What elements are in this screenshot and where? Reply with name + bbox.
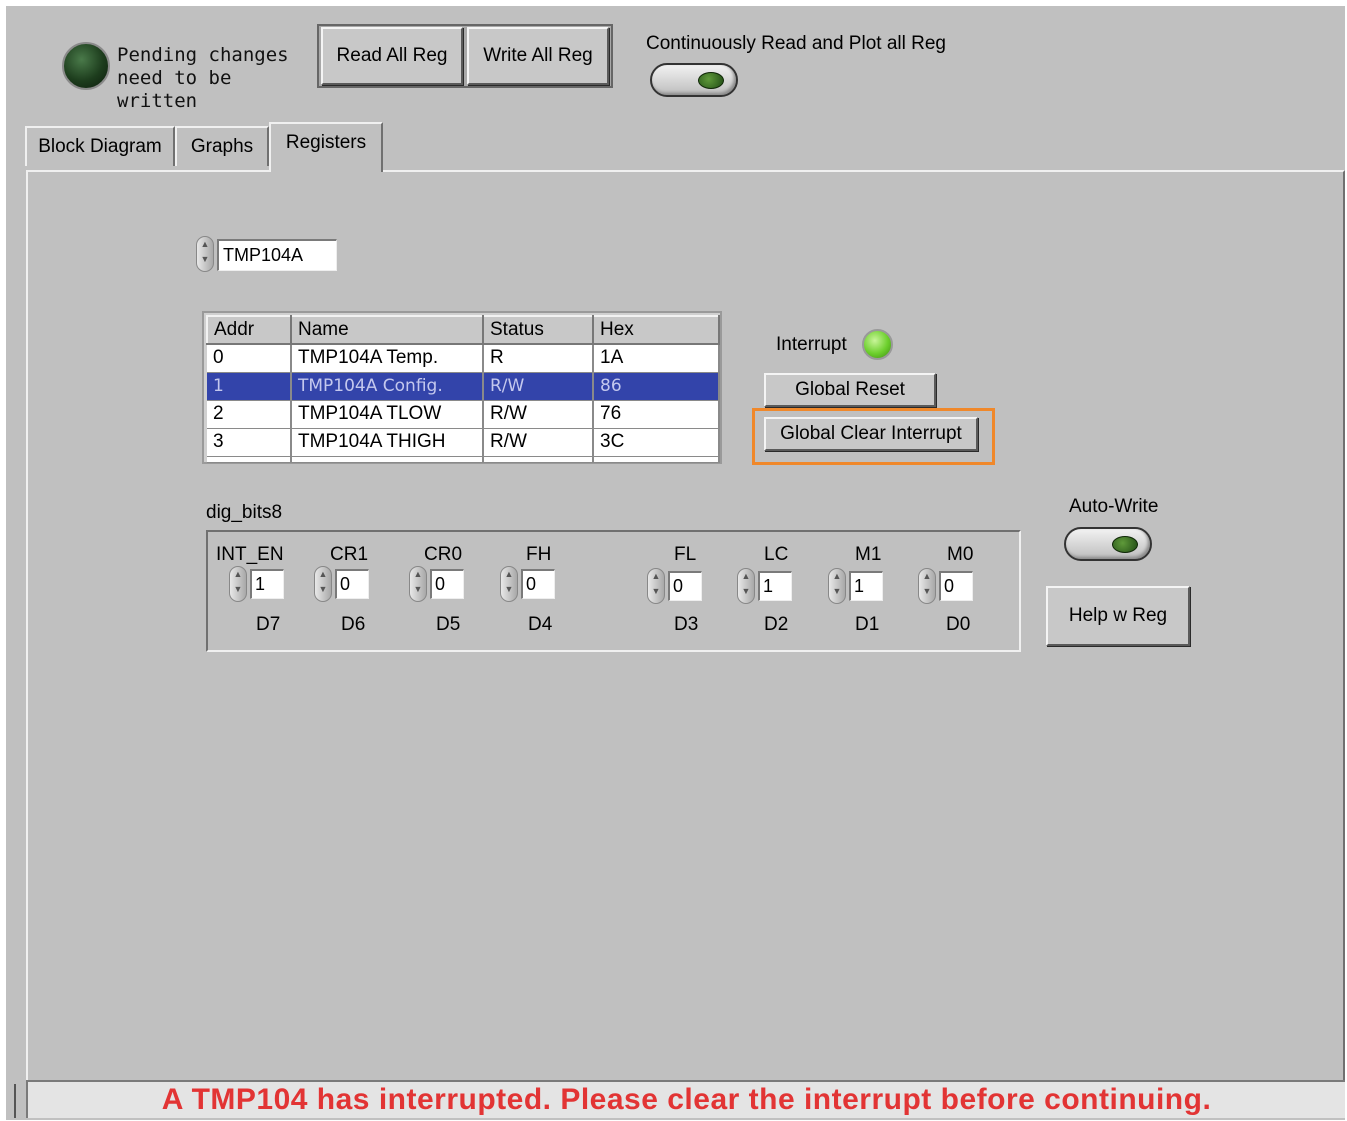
bit-value-d0[interactable]: 0 <box>939 571 973 601</box>
cell-status: R/W <box>483 372 594 401</box>
bit-name-lc: LC <box>764 544 789 565</box>
cell-hex: 3C <box>593 428 720 457</box>
cell-status: R/W <box>483 428 594 457</box>
interrupt-led <box>862 329 893 360</box>
cell-name: TMP104A Config. <box>291 372 484 401</box>
bit-value-d7[interactable]: 1 <box>250 569 284 599</box>
auto-write-toggle[interactable] <box>1064 527 1152 561</box>
interrupt-label: Interrupt <box>776 334 847 355</box>
bit-name-int-en: INT_EN <box>216 544 284 565</box>
bit-name-cr1: CR1 <box>330 544 369 565</box>
bit-name-fh: FH <box>526 544 552 565</box>
continuous-read-toggle[interactable] <box>650 63 738 97</box>
column-header-name[interactable]: Name <box>290 315 484 345</box>
write-all-reg-button[interactable]: Write All Reg <box>467 27 609 85</box>
column-header-hex[interactable]: Hex <box>592 315 720 345</box>
toggle-knob-icon <box>1112 536 1138 553</box>
bit-name-m0: M0 <box>947 544 974 565</box>
help-w-reg-button[interactable]: Help w Reg <box>1046 586 1190 646</box>
bit-value-d3[interactable]: 0 <box>668 571 702 601</box>
bit-value-d6[interactable]: 0 <box>335 569 369 599</box>
cell-addr: 2 <box>207 400 292 429</box>
toggle-knob-icon <box>698 72 724 89</box>
bit-spinner-icon[interactable]: ▲ ▼ <box>737 568 755 604</box>
bit-name-cr0: CR0 <box>424 544 463 565</box>
bit-spinner-icon[interactable]: ▲ ▼ <box>314 566 332 602</box>
tab-block-diagram[interactable]: Block Diagram <box>25 126 175 166</box>
global-reset-button[interactable]: Global Reset <box>764 373 936 407</box>
bit-label-d0: D0 <box>946 614 971 635</box>
device-spinner-icon[interactable]: ▲ ▼ <box>196 236 214 272</box>
cell-status: R <box>483 344 594 373</box>
bit-value-d2[interactable]: 1 <box>758 571 792 601</box>
bit-spinner-icon[interactable]: ▲ ▼ <box>409 566 427 602</box>
table-row[interactable]: 3 TMP104A THIGH R/W 3C <box>207 428 720 457</box>
pending-text-line1: Pending changes <box>117 44 289 66</box>
bit-label-d5: D5 <box>436 614 461 635</box>
table-row-selected[interactable]: 1 TMP104A Config. R/W 86 <box>207 372 720 401</box>
register-table: Addr Name Status Hex 0 TMP104A Temp. R 1… <box>202 311 722 464</box>
bit-name-m1: M1 <box>855 544 882 565</box>
cell-addr: 1 <box>207 372 292 401</box>
dig-bits-label: dig_bits8 <box>206 502 283 523</box>
cell-hex: 86 <box>593 372 720 401</box>
cell-status: R/W <box>483 400 594 429</box>
bit-spinner-icon[interactable]: ▲ ▼ <box>828 568 846 604</box>
bit-spinner-icon[interactable]: ▲ ▼ <box>918 568 936 604</box>
cell-name: TMP104A THIGH <box>291 428 484 457</box>
table-row[interactable]: 0 TMP104A Temp. R 1A <box>207 344 720 373</box>
bit-value-d4[interactable]: 0 <box>521 569 555 599</box>
table-row[interactable]: 2 TMP104A TLOW R/W 76 <box>207 400 720 429</box>
bit-spinner-icon[interactable]: ▲ ▼ <box>647 568 665 604</box>
bit-name-fl: FL <box>674 544 697 565</box>
column-header-status[interactable]: Status <box>482 315 594 345</box>
column-header-addr[interactable]: Addr <box>206 315 292 345</box>
bit-label-d1: D1 <box>855 614 880 635</box>
global-clear-interrupt-button[interactable]: Global Clear Interrupt <box>764 417 978 451</box>
bit-label-d3: D3 <box>674 614 699 635</box>
pending-changes-text: Pending changes need to be written <box>117 44 317 113</box>
pending-text-line2: need to be written <box>117 67 232 112</box>
bit-value-d1[interactable]: 1 <box>849 571 883 601</box>
pending-changes-led <box>62 42 110 90</box>
cell-hex: 1A <box>593 344 720 373</box>
read-all-reg-button[interactable]: Read All Reg <box>321 27 463 85</box>
cell-addr: 3 <box>207 428 292 457</box>
bit-label-d7: D7 <box>256 614 281 635</box>
continuous-read-label: Continuously Read and Plot all Reg <box>646 33 946 54</box>
status-bar-edge <box>14 1084 22 1118</box>
bit-label-d6: D6 <box>341 614 366 635</box>
device-select-field[interactable]: TMP104A <box>217 239 337 271</box>
auto-write-label: Auto-Write <box>1069 496 1159 517</box>
bit-spinner-icon[interactable]: ▲ ▼ <box>229 566 247 602</box>
cell-name: TMP104A TLOW <box>291 400 484 429</box>
cell-addr: 0 <box>207 344 292 373</box>
table-row-partial <box>207 456 720 463</box>
bit-spinner-icon[interactable]: ▲ ▼ <box>500 566 518 602</box>
tab-graphs[interactable]: Graphs <box>175 126 269 166</box>
bit-label-d2: D2 <box>764 614 789 635</box>
cell-name: TMP104A Temp. <box>291 344 484 373</box>
bit-label-d4: D4 <box>528 614 553 635</box>
bit-value-d5[interactable]: 0 <box>430 569 464 599</box>
status-message: A TMP104 has interrupted. Please clear t… <box>26 1080 1345 1118</box>
app-window: Pending changes need to be written Read … <box>6 6 1345 1120</box>
cell-hex: 76 <box>593 400 720 429</box>
tab-registers[interactable]: Registers <box>269 122 383 172</box>
